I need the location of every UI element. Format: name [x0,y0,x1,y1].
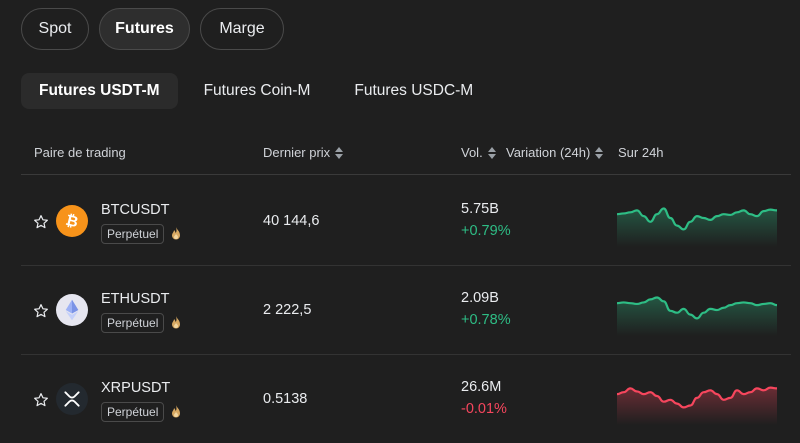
star-icon[interactable] [33,214,49,230]
sparkline-chart [617,207,777,247]
change-24h: -0.01% [461,401,507,417]
market-tabs: Spot Futures Marge [21,8,284,50]
pair-name[interactable]: ETHUSDT [101,291,169,307]
star-icon[interactable] [33,303,49,319]
tab-futures-coin-m[interactable]: Futures Coin-M [186,73,329,109]
star-icon[interactable] [33,392,49,408]
volume: 26.6M [461,379,502,395]
header-price[interactable]: Dernier prix [263,145,344,160]
volume: 2.09B [461,290,499,306]
fire-icon [172,316,180,329]
table-row[interactable]: ETHUSDT Perpétuel 2 222,5 2.09B +0.78% [21,266,791,355]
tab-futures[interactable]: Futures [99,8,190,50]
perpetual-badge: Perpétuel [101,224,165,244]
header-change[interactable]: Variation (24h) [506,145,604,160]
sort-icon[interactable] [487,146,496,159]
table-row[interactable]: XRPUSDT Perpétuel 0.5138 26.6M -0.01% [21,355,791,443]
perpetual-badge: Perpétuel [101,402,165,422]
tab-marge[interactable]: Marge [200,8,284,50]
fire-icon [172,405,180,418]
change-24h: +0.79% [461,223,511,239]
tab-futures-usdt-m[interactable]: Futures USDT-M [21,73,178,109]
header-pair: Paire de trading [34,145,126,160]
perpetual-badge: Perpétuel [101,313,165,333]
change-24h: +0.78% [461,312,511,328]
table-row[interactable]: ₿ BTCUSDT Perpétuel 40 144,6 5.75B +0.79… [21,177,791,266]
tab-spot[interactable]: Spot [21,8,89,50]
table-header: Paire de trading Dernier prix Vol. Varia… [21,136,791,175]
fire-icon [172,227,180,240]
futures-tabs: Futures USDT-M Futures Coin-M Futures US… [21,73,491,109]
pair-name[interactable]: XRPUSDT [101,380,170,396]
volume: 5.75B [461,201,499,217]
last-price: 40 144,6 [263,213,320,229]
xrp-icon [56,383,88,415]
sparkline-chart [617,386,777,425]
header-chart: Sur 24h [618,145,664,160]
ethereum-icon [56,294,88,326]
sparkline-chart [617,296,777,336]
last-price: 2 222,5 [263,302,312,318]
sort-icon[interactable] [335,146,344,159]
svg-text:₿: ₿ [64,212,80,231]
tab-futures-usdc-m[interactable]: Futures USDC-M [336,73,491,109]
header-vol[interactable]: Vol. [461,145,496,160]
bitcoin-icon: ₿ [56,205,88,237]
pair-name[interactable]: BTCUSDT [101,202,169,218]
last-price: 0.5138 [263,391,308,407]
sort-icon[interactable] [595,146,604,159]
